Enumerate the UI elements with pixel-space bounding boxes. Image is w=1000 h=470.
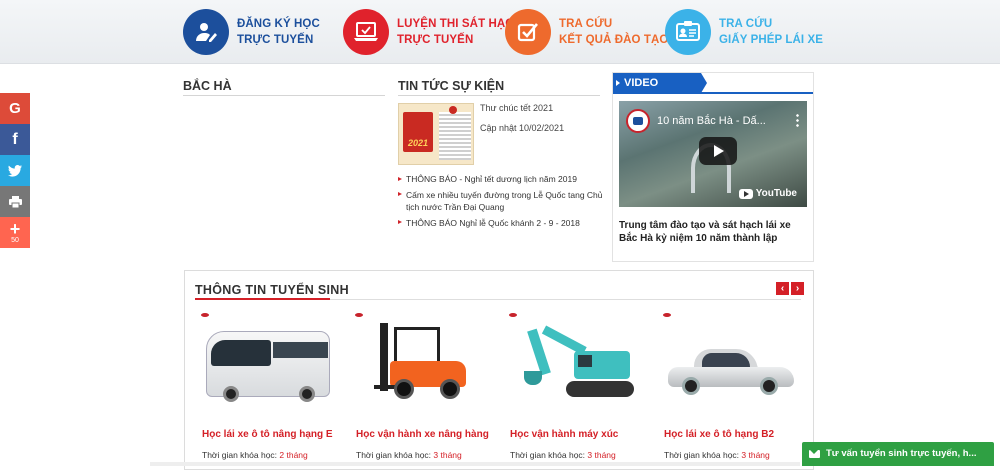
chat-label: Tư vấn tuyển sinh trực tuyến, h... [826,448,977,459]
excavator-image [516,323,636,405]
duration-label: Thời gian khóa học: [664,450,742,460]
bac-ha-heading: BẮC HÀ [183,79,232,93]
service-line1: TRA CỨU [719,18,773,30]
service-bar: ĐĂNG KÝ HỌC TRỰC TUYẾN LUYỆN THI SÁT HẠCH… [0,0,1000,64]
service-line2: KẾT QUẢ ĐÀO TẠO [559,34,669,46]
id-card-icon [665,9,711,55]
center-logo [509,313,519,318]
course-duration: Thời gian khóa học: 3 tháng [356,450,462,460]
video-box: VIDEO 10 năm Bắc Hà - Dấ... YouTube Trun… [612,72,814,262]
google-icon: G [9,100,21,117]
video-player[interactable]: 10 năm Bắc Hà - Dấ... YouTube [619,101,807,207]
course-duration: Thời gian khóa học: 3 tháng [510,450,616,460]
license-lookup-link[interactable]: TRA CỨU GIẤY PHÉP LÁI XE [665,9,823,55]
news-item[interactable]: THÔNG BÁO Nghỉ lễ Quốc khánh 2 - 9 - 201… [398,217,608,230]
featured-news-link[interactable]: Thư chúc tết 2021 [480,103,553,113]
service-line2: TRỰC TUYẾN [237,34,314,46]
admission-section: THÔNG TIN TUYỂN SINH ‹ › Học lái xe ô tô… [184,270,814,470]
divider [183,95,385,96]
bus-image [206,331,330,402]
more-options-icon[interactable] [796,113,799,127]
video-tab: VIDEO [613,73,707,93]
course-duration: Thời gian khóa học: 3 tháng [664,450,770,460]
course-name[interactable]: Học lái xe ô tô hạng B2 [664,429,774,440]
course-image[interactable] [660,309,800,413]
online-registration-link[interactable]: ĐĂNG KÝ HỌC TRỰC TUYẾN [183,9,320,55]
video-caption[interactable]: Trung tâm đào tạo và sát hạch lái xe Bắc… [619,219,811,245]
course-duration: Thời gian khóa học: 2 tháng [202,450,308,460]
user-pen-icon [183,9,229,55]
channel-logo[interactable] [626,109,650,133]
news-list: THÔNG BÁO - Nghỉ tết dương lịch năm 2019… [398,173,608,232]
divider [398,95,600,96]
social-share-bar: G f +50 [0,93,30,248]
news-heading: TIN TỨC SỰ KIỆN [398,79,505,93]
course-name[interactable]: Học lái xe ô tô nâng hạng E [202,429,333,440]
facebook-share-button[interactable]: f [0,124,30,155]
twitter-share-button[interactable] [0,155,30,186]
duration-value: 2 tháng [279,450,308,460]
service-line2: TRỰC TUYẾN [397,34,474,46]
chat-widget[interactable]: Tư vấn tuyển sinh trực tuyến, h... [802,442,994,466]
admission-heading: THÔNG TIN TUYỂN SINH [195,283,349,297]
more-share-button[interactable]: +50 [0,217,30,248]
carousel-prev-button[interactable]: ‹ [776,282,789,295]
share-count: 50 [11,236,19,244]
online-exam-practice-link[interactable]: LUYỆN THI SÁT HẠCH TRỰC TUYẾN [343,9,522,55]
youtube-icon [738,188,753,199]
print-icon [8,195,22,208]
scrollbar-track[interactable] [150,462,800,466]
featured-news-date: Cập nhật 10/02/2021 [480,123,565,133]
duration-label: Thời gian khóa học: [510,450,588,460]
news-item[interactable]: THÔNG BÁO - Nghỉ tết dương lịch năm 2019 [398,173,608,186]
duration-label: Thời gian khóa học: [202,450,280,460]
course-image[interactable] [352,309,492,413]
laptop-icon [343,9,389,55]
print-button[interactable] [0,186,30,217]
center-logo [201,313,211,318]
course-name[interactable]: Học vận hành máy xúc [510,429,618,440]
youtube-text: YouTube [755,188,797,199]
car-image [668,349,794,395]
carousel-next-button[interactable]: › [791,282,804,295]
duration-label: Thời gian khóa học: [356,450,434,460]
course-image[interactable] [198,309,338,413]
course-image[interactable] [506,309,646,413]
mail-icon [809,450,820,458]
divider [195,298,801,300]
youtube-logo[interactable]: YouTube [738,188,797,199]
center-logo [663,313,673,318]
news-item[interactable]: Cấm xe nhiều tuyến đường trong Lễ Quốc t… [398,189,608,214]
plus-icon: + [9,218,21,239]
course-name[interactable]: Học vận hành xe nâng hàng [356,429,489,440]
service-line1: LUYỆN THI SÁT HẠCH [397,18,523,30]
play-button[interactable] [699,137,737,165]
duration-value: 3 tháng [587,450,616,460]
news-thumbnail[interactable]: 2021 [398,103,474,165]
thumbnail-year: 2021 [408,138,429,148]
duration-value: 3 tháng [741,450,770,460]
duration-value: 3 tháng [433,450,462,460]
service-line1: TRA CỨU [559,18,613,30]
service-line1: ĐĂNG KÝ HỌC [237,18,320,30]
checkbox-icon [505,9,551,55]
google-share-button[interactable]: G [0,93,30,124]
forklift-image [374,323,470,403]
training-results-lookup-link[interactable]: TRA CỨU KẾT QUẢ ĐÀO TẠO [505,9,668,55]
twitter-icon [8,164,22,177]
video-title[interactable]: 10 năm Bắc Hà - Dấ... [657,115,766,127]
service-line2: GIẤY PHÉP LÁI XE [719,34,824,46]
facebook-icon: f [12,130,18,148]
center-logo [355,313,365,318]
